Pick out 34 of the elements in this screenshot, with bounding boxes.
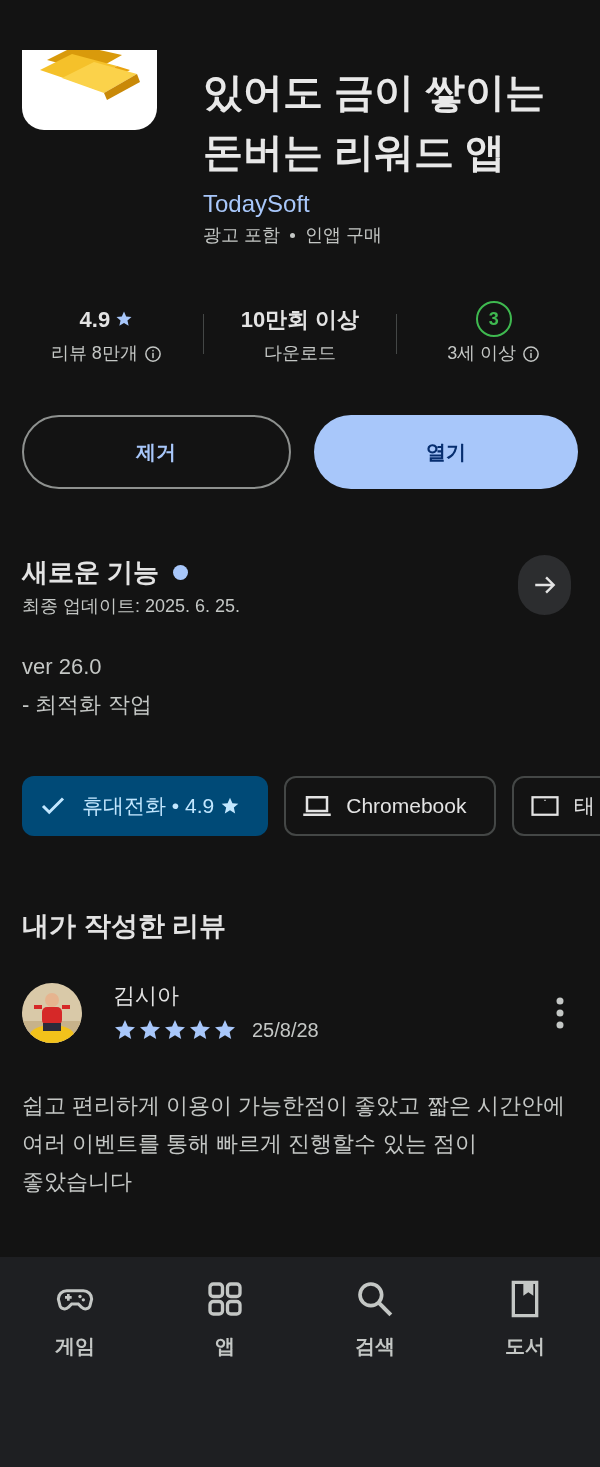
section-title: 새로운 기능: [22, 555, 160, 589]
app-icon: [22, 50, 157, 130]
nav-tab[interactable]: 앱: [150, 1279, 300, 1369]
uninstall-button[interactable]: 제거: [22, 415, 291, 489]
download-count: 10만회 이상: [240, 305, 360, 334]
stat-label: 3세 이상: [447, 342, 517, 365]
app-tag: 인앱 구매: [305, 222, 383, 248]
developer-link[interactable]: TodaySoft: [203, 188, 546, 220]
rating-value: 4.9: [79, 305, 111, 334]
section-title: 내가 작성한 리뷰: [21, 910, 227, 943]
review-text: 쉽고 편리하게 이용이 가능한점이 좋았고 짧은 시간안에 여러 이벤트를 통해 빠르게 진행할수 있는 점이 좋았습니다: [22, 1091, 566, 1196]
release-note: - 최적화 작업: [22, 691, 153, 719]
stat-label: 다운로드: [264, 342, 336, 365]
star-icon: [115, 310, 134, 328]
nav-tab[interactable]: 검색: [300, 1279, 450, 1369]
review-date: 25/8/28: [252, 1017, 319, 1043]
apps-grid-icon: [205, 1279, 245, 1319]
app-tag: 광고 포함: [203, 222, 280, 248]
nav-tab[interactable]: 게임: [0, 1279, 150, 1369]
search-icon: [355, 1279, 395, 1319]
arrow-button[interactable]: [518, 555, 571, 615]
update-date: 최종 업데이트: 2025. 6. 25.: [22, 595, 241, 618]
reviewer-name: 김시아: [113, 981, 180, 1010]
device-filter-chip[interactable]: 태: [512, 776, 600, 836]
more-options-icon: [556, 996, 564, 1029]
device-filter-chip[interactable]: Chromebook: [284, 776, 497, 836]
open-button[interactable]: 열기: [313, 415, 578, 489]
device-filter-chip[interactable]: 휴대전화 • 4.9: [22, 776, 269, 836]
nav-tab[interactable]: 도서: [450, 1279, 600, 1369]
app-title: 있어도 금이 쌓이는: [203, 69, 546, 116]
release-note: ver 26.0: [22, 653, 103, 681]
age-rating-badge: 3: [475, 301, 512, 337]
stat-label: 리뷰 8만개: [50, 342, 138, 365]
app-title: 돈버는 리워드 앱: [203, 129, 507, 176]
